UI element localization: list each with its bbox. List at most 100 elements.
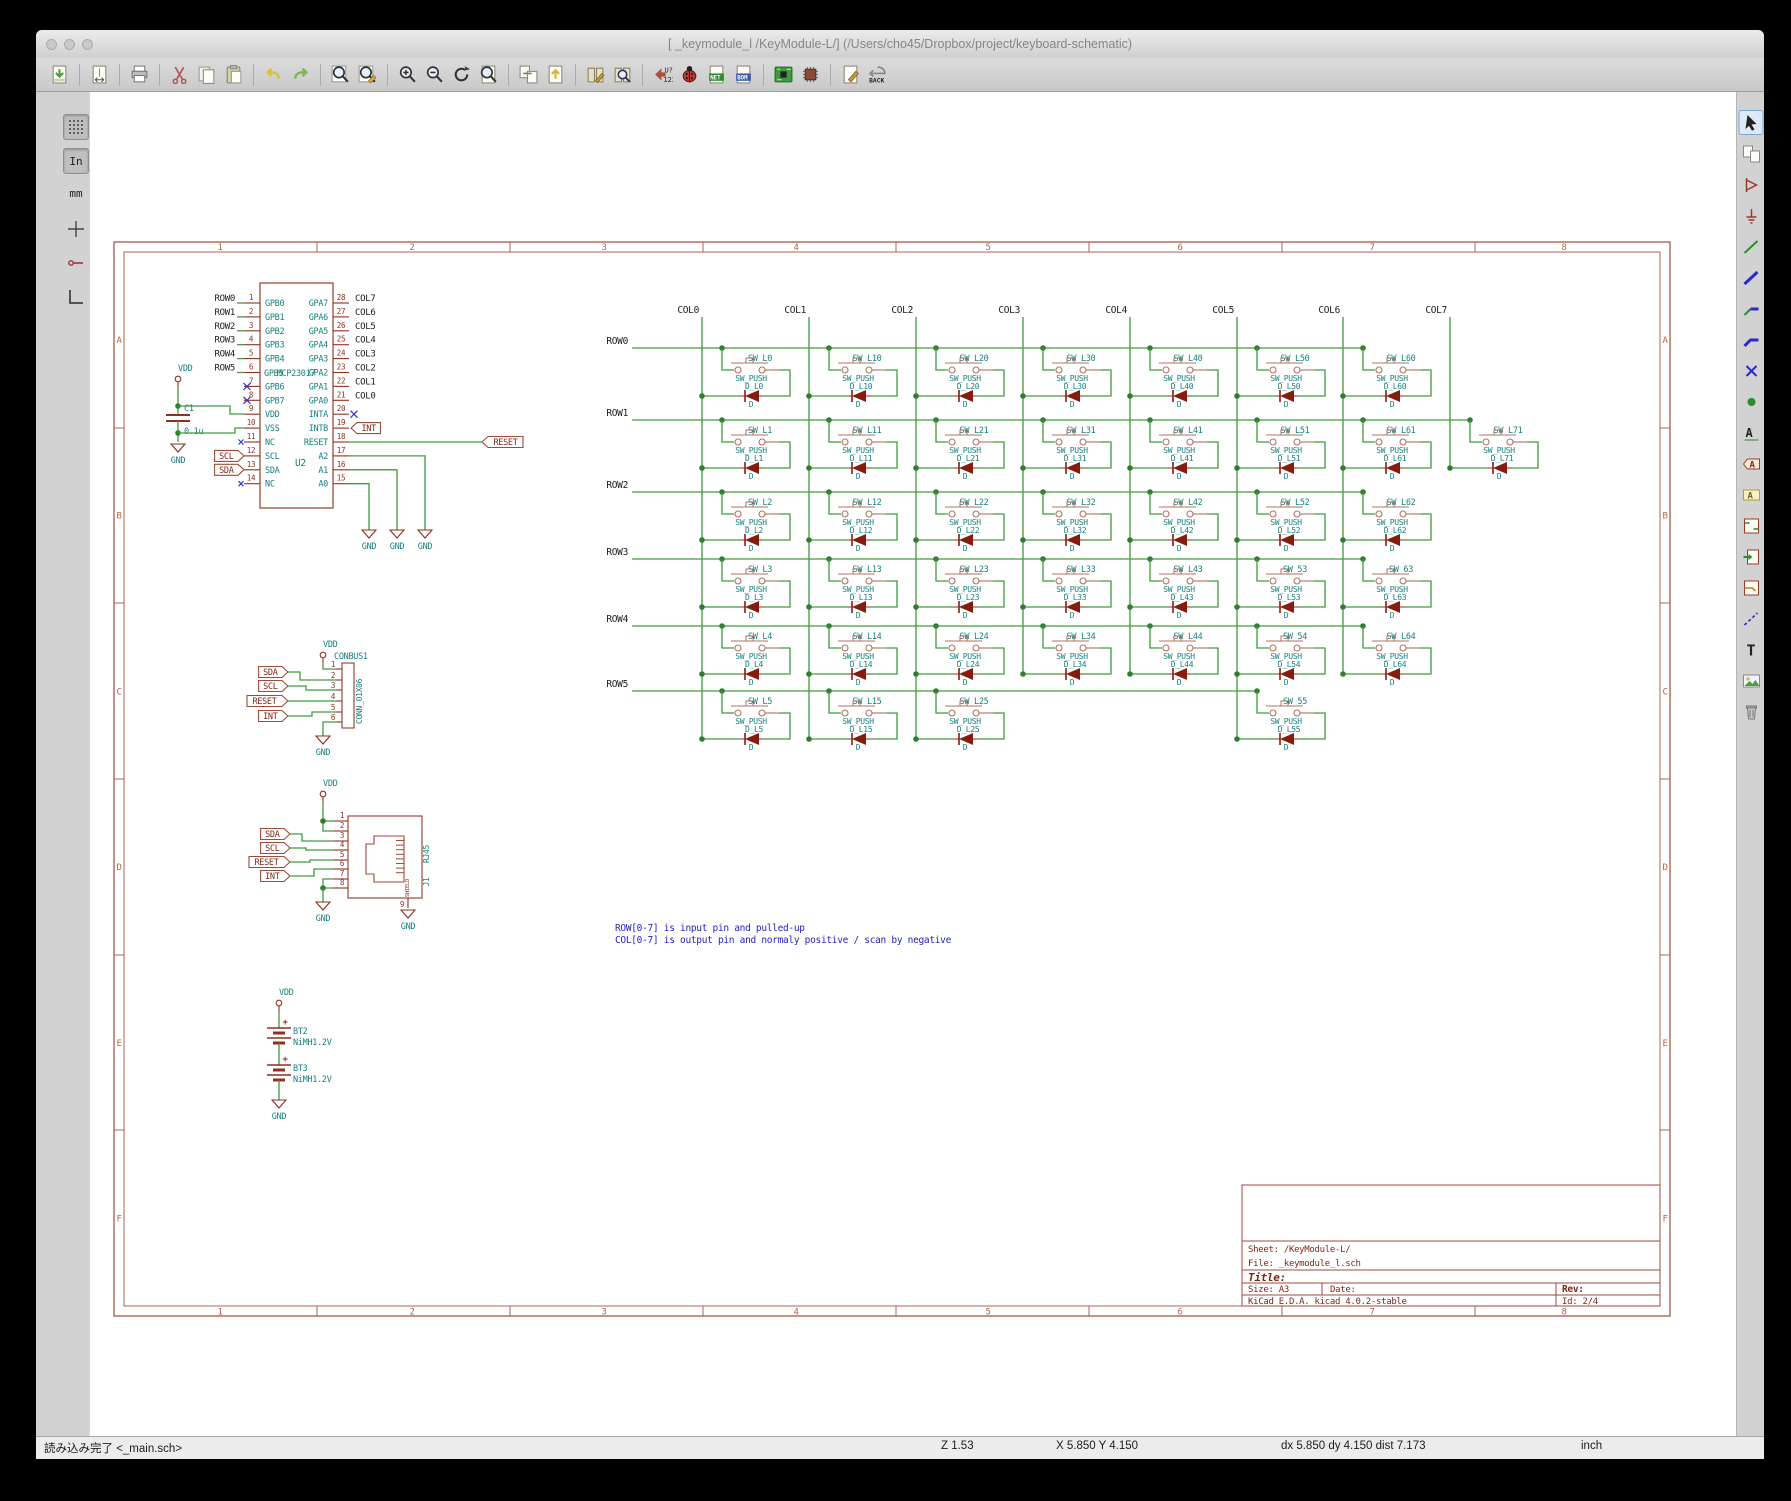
print-button[interactable] <box>126 61 153 88</box>
matrix-cell[interactable]: SW_L14SW_PUSHD_L14D <box>806 623 897 687</box>
tool-import-sheet-pin-button[interactable] <box>1739 544 1764 569</box>
tool-no-connect-button[interactable] <box>1739 358 1764 383</box>
key-matrix[interactable]: COL0COL1COL2COL3COL4COL5COL6COL7ROW0ROW1… <box>606 305 1538 752</box>
matrix-cell[interactable]: SW_L50SW_PUSHD_L50D <box>1234 345 1325 409</box>
tool-place-sheet-pin-button[interactable] <box>1739 575 1764 600</box>
cvpcb-button[interactable] <box>797 61 824 88</box>
matrix-cell[interactable]: SW_55SW_PUSHD_L55D <box>1234 688 1325 752</box>
find-replace-button[interactable] <box>354 61 381 88</box>
tool-hierarchy-navigator-button[interactable] <box>1739 141 1764 166</box>
tool-graphic-line-button[interactable] <box>1739 606 1764 631</box>
matrix-cell[interactable]: SW_L12SW_PUSHD_L12D <box>806 489 897 553</box>
matrix-cell[interactable]: SW_L3SW_PUSHD_L3D <box>699 556 790 620</box>
tool-bus-to-bus-button[interactable] <box>1739 327 1764 352</box>
tool-place-wire-button[interactable] <box>1739 234 1764 259</box>
matrix-cell[interactable]: SW_L30SW_PUSHD_L30D <box>1020 345 1111 409</box>
tool-place-component-button[interactable] <box>1739 172 1764 197</box>
tool-net-label-button[interactable]: A <box>1739 420 1764 445</box>
back-annotate-button[interactable]: BACK <box>864 61 891 88</box>
pcbnew-button[interactable] <box>770 61 797 88</box>
library-browse-button[interactable] <box>609 61 636 88</box>
netlist-button[interactable]: NET <box>703 61 730 88</box>
matrix-cell[interactable]: SW_L11SW_PUSHD_L11D <box>806 417 897 481</box>
annotate-button[interactable]: U?A123 <box>649 61 676 88</box>
tool-delete-item-button[interactable] <box>1739 699 1764 724</box>
erc-button[interactable] <box>676 61 703 88</box>
matrix-cell[interactable]: SW_L42SW_PUSHD_L42D <box>1127 489 1218 553</box>
save-button[interactable] <box>46 61 73 88</box>
tool-cursor-button[interactable] <box>1739 110 1764 135</box>
find-button[interactable] <box>327 61 354 88</box>
tool-hierarchical-label-button[interactable]: A <box>1739 482 1764 507</box>
undo-button[interactable] <box>260 61 287 88</box>
matrix-cell[interactable]: SW_L13SW_PUSHD_L13D <box>806 556 897 620</box>
matrix-cell[interactable]: SW_L31SW_PUSHD_L31D <box>1020 417 1111 481</box>
paste-button[interactable] <box>220 61 247 88</box>
title-bar[interactable]: [ _keymodule_l /KeyModule-L/] (/Users/ch… <box>36 30 1764 59</box>
redo-button[interactable] <box>287 61 314 88</box>
zoom-in-button[interactable] <box>394 61 421 88</box>
matrix-cell[interactable]: SW_L24SW_PUSHD_L24D <box>913 623 1004 687</box>
units-mm-button[interactable]: mm <box>63 180 89 206</box>
matrix-cell[interactable]: SW_53SW_PUSHD_L53D <box>1234 556 1325 620</box>
hidden-pins-button[interactable] <box>63 250 89 276</box>
battery-stack[interactable]: VDD+BT2NiMH1.2V+BT3NiMH1.2VGND <box>267 988 332 1122</box>
matrix-cell[interactable]: SW_L21SW_PUSHD_L21D <box>913 417 1004 481</box>
matrix-cell[interactable]: SW_L52SW_PUSHD_L52D <box>1234 489 1325 553</box>
hierarchy-nav-button[interactable] <box>515 61 542 88</box>
matrix-cell[interactable]: SW_L4SW_PUSHD_L4D <box>699 623 790 687</box>
matrix-cell[interactable]: SW_L10SW_PUSHD_L10D <box>806 345 897 409</box>
matrix-cell[interactable]: SW_L1SW_PUSHD_L1D <box>699 417 790 481</box>
hv-orientation-button[interactable] <box>63 284 89 310</box>
matrix-cell[interactable]: SW_L34SW_PUSHD_L34D <box>1020 623 1111 687</box>
matrix-cell[interactable]: SW_L60SW_PUSHD_L60D <box>1340 345 1431 409</box>
connector-conbus1[interactable]: VDDCONBUS1CONN_01X06123456SDASCLRESETINT… <box>247 640 368 758</box>
matrix-cell[interactable]: SW_L15SW_PUSHD_L15D <box>806 688 897 752</box>
matrix-cell[interactable]: SW_L32SW_PUSHD_L32D <box>1020 489 1111 553</box>
zoom-out-button[interactable] <box>421 61 448 88</box>
grid-visibility-button[interactable] <box>63 114 89 140</box>
tool-place-junction-button[interactable] <box>1739 389 1764 414</box>
matrix-cell[interactable]: SW_L40SW_PUSHD_L40D <box>1127 345 1218 409</box>
matrix-cell[interactable]: SW_L51SW_PUSHD_L51D <box>1234 417 1325 481</box>
tool-wire-to-bus-button[interactable] <box>1739 296 1764 321</box>
matrix-cell[interactable]: SW_L62SW_PUSHD_L62D <box>1340 489 1431 553</box>
matrix-cell[interactable]: SW_L41SW_PUSHD_L41D <box>1127 417 1218 481</box>
tool-global-label-button[interactable]: A <box>1739 451 1764 476</box>
matrix-cell[interactable]: SW_L71SW_PUSHD_L71D <box>1447 417 1538 481</box>
matrix-cell[interactable]: SW_L22SW_PUSHD_L22D <box>913 489 1004 553</box>
matrix-cell[interactable]: SW_L43SW_PUSHD_L43D <box>1127 556 1218 620</box>
zoom-redraw-button[interactable] <box>448 61 475 88</box>
leave-sheet-button[interactable] <box>542 61 569 88</box>
schematic-drawing[interactable]: 1122334455667788AABBCCDDEEFFU2GPB5MCP230… <box>90 92 1736 1459</box>
matrix-cell[interactable]: SW_L23SW_PUSHD_L23D <box>913 556 1004 620</box>
edit-footprints-button[interactable] <box>837 61 864 88</box>
bom-button[interactable]: BOM <box>730 61 757 88</box>
matrix-cell[interactable]: SW_L2SW_PUSHD_L2D <box>699 489 790 553</box>
matrix-cell[interactable]: SW_63SW_PUSHD_L63D <box>1340 556 1431 620</box>
units-inch-button[interactable]: In <box>63 148 89 174</box>
matrix-cell[interactable]: SW_L44SW_PUSHD_L44D <box>1127 623 1218 687</box>
ic-mcp23017[interactable]: U2GPB5MCP230171GPB0ROW02GPB1ROW13GPB2ROW… <box>166 283 523 552</box>
matrix-cell[interactable]: SW_L0SW_PUSHD_L0D <box>699 345 790 409</box>
matrix-cell[interactable]: SW_54SW_PUSHD_L54D <box>1234 623 1325 687</box>
connector-rj45[interactable]: VDD12345678SDASCLRESETINTGNDRJ45J1SHIELD… <box>249 779 431 932</box>
matrix-cell[interactable]: SW_L64SW_PUSHD_L64D <box>1340 623 1431 687</box>
tool-place-text-button[interactable]: T <box>1739 637 1764 662</box>
matrix-cell[interactable]: SW_L33SW_PUSHD_L33D <box>1020 556 1111 620</box>
cut-button[interactable] <box>166 61 193 88</box>
zoom-fit-button[interactable] <box>475 61 502 88</box>
matrix-cell[interactable]: SW_L5SW_PUSHD_L5D <box>699 688 790 752</box>
tool-place-image-button[interactable] <box>1739 668 1764 693</box>
tool-hierarchical-sheet-button[interactable] <box>1739 513 1764 538</box>
tool-place-bus-button[interactable] <box>1739 265 1764 290</box>
schematic-canvas[interactable]: 1122334455667788AABBCCDDEEFFU2GPB5MCP230… <box>90 92 1736 1459</box>
matrix-cell[interactable]: SW_L25SW_PUSHD_L25D <box>913 688 1004 752</box>
matrix-cell[interactable]: SW_L20SW_PUSHD_L20D <box>913 345 1004 409</box>
page-settings-button[interactable] <box>86 61 113 88</box>
copy-button[interactable] <box>193 61 220 88</box>
library-edit-button[interactable] <box>582 61 609 88</box>
matrix-cell[interactable]: SW_L61SW_PUSHD_L61D <box>1340 417 1431 481</box>
tool-place-power-button[interactable] <box>1739 203 1764 228</box>
cursor-shape-button[interactable] <box>63 216 89 242</box>
